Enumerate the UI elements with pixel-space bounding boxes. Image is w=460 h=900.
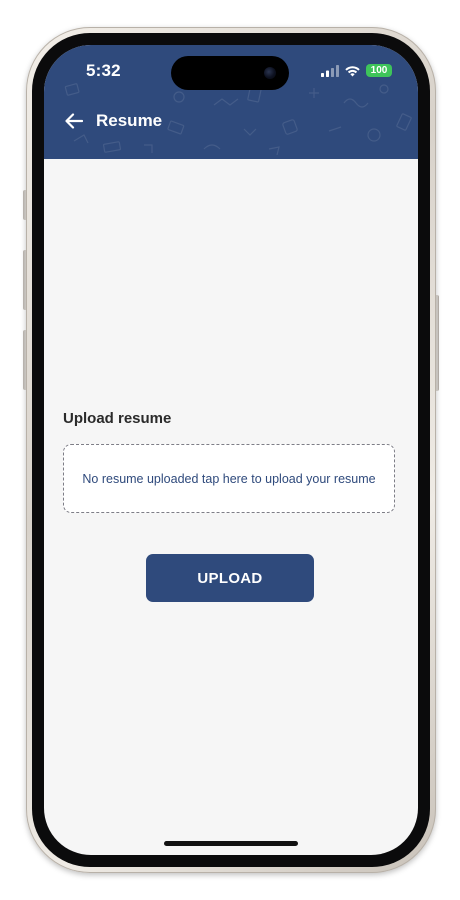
app-screen: 5:32 100 Resume Upload resume No resume … <box>44 45 418 855</box>
back-button[interactable] <box>64 111 84 131</box>
front-camera <box>264 67 276 79</box>
resume-drop-zone[interactable]: No resume uploaded tap here to upload yo… <box>63 444 395 513</box>
drop-zone-text: No resume uploaded tap here to upload yo… <box>82 471 376 486</box>
upload-button[interactable]: UPLOAD <box>146 554 314 602</box>
status-icons: 100 <box>321 64 392 77</box>
page-title: Resume <box>96 111 163 130</box>
device-mockup: 5:32 100 Resume Upload resume No resume … <box>0 0 460 900</box>
home-indicator[interactable] <box>164 841 298 846</box>
status-time: 5:32 <box>86 61 121 80</box>
battery-icon: 100 <box>366 64 392 77</box>
app-header: 5:32 100 Resume <box>44 45 418 159</box>
signal-icon <box>321 64 339 77</box>
upload-resume-label: Upload resume <box>63 410 172 427</box>
header-nav: Resume <box>64 111 162 131</box>
arrow-left-icon <box>65 113 83 129</box>
wifi-icon <box>345 65 360 76</box>
dynamic-island <box>171 56 289 90</box>
